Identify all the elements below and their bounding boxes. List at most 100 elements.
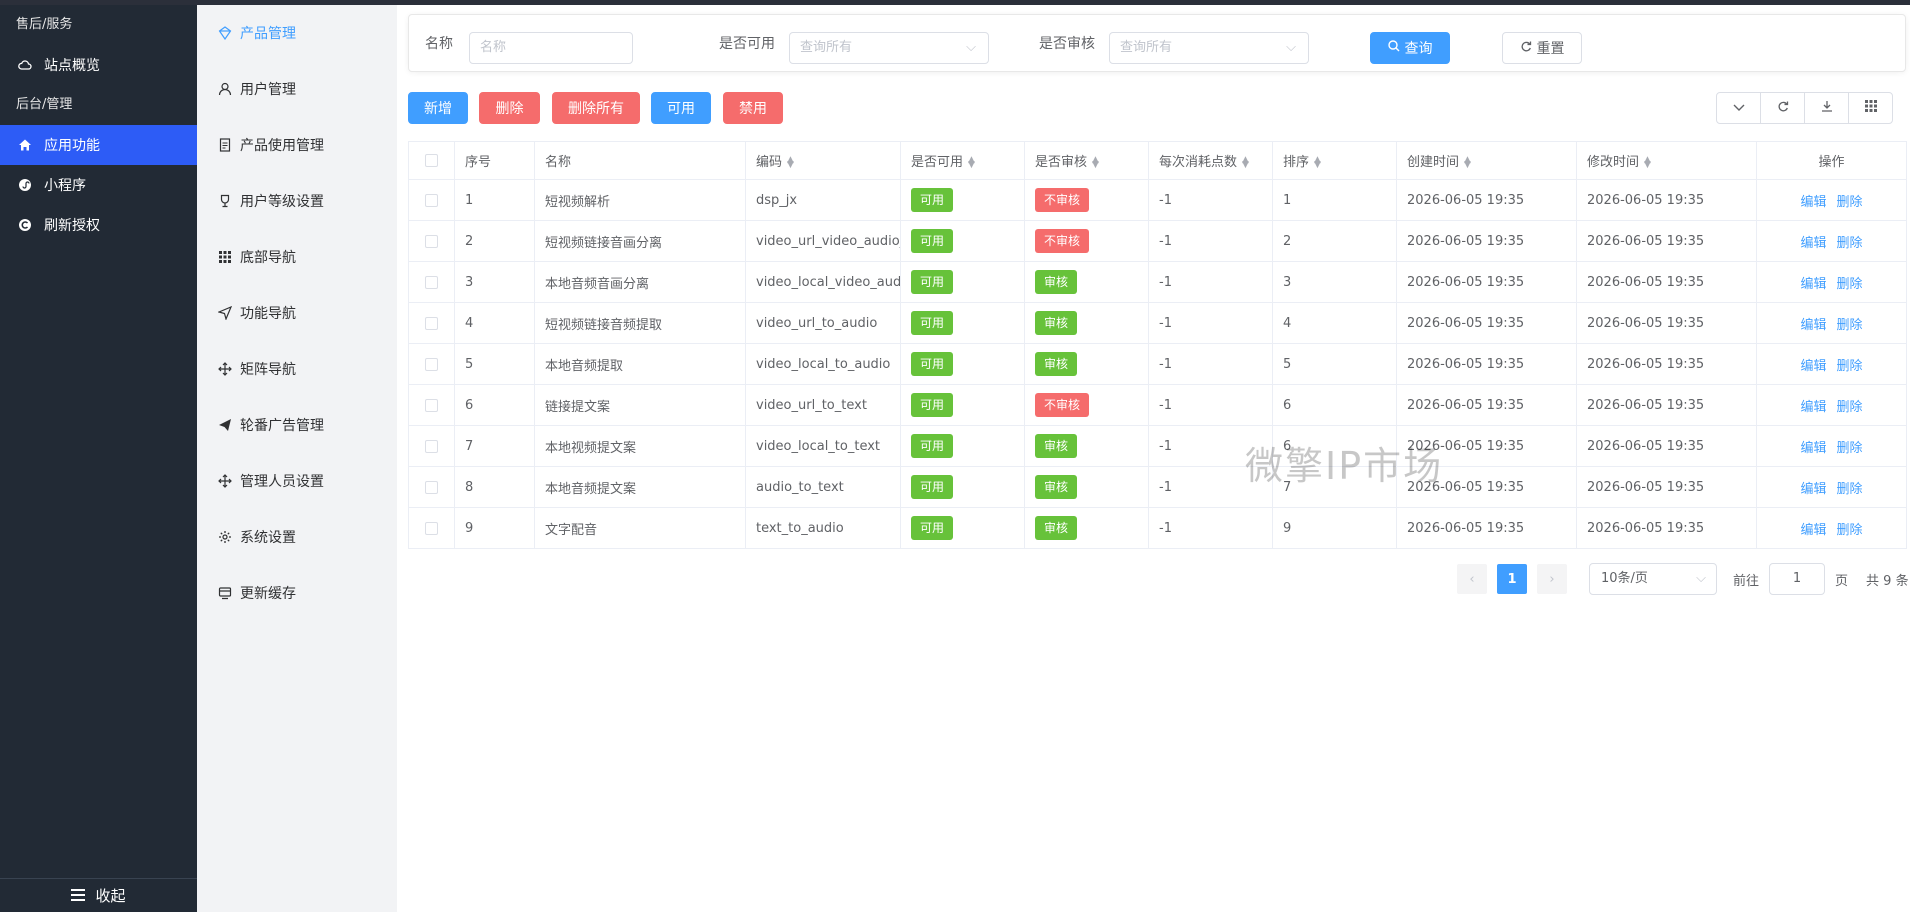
page-size-select[interactable]: 10条/页 ⌵ [1589, 563, 1717, 595]
query-button[interactable]: 查询 [1370, 32, 1450, 64]
sort-icon[interactable]: ▲ ▼ [968, 155, 975, 169]
sidebar-item-label: 应用功能 [44, 138, 100, 154]
row-checkbox[interactable] [408, 261, 455, 303]
row-checkbox[interactable] [408, 343, 455, 385]
collapse-button[interactable]: 收起 [0, 878, 197, 912]
sort-icon[interactable]: ▲ ▼ [1092, 155, 1099, 169]
submenu-item-6[interactable]: 矩阵导航 [197, 341, 397, 397]
table-row[interactable]: 2 短视频链接音画分离 video_url_video_audio_ 可用 不审核 -1 2… [408, 220, 1907, 262]
cell-sort: 9 [1272, 507, 1397, 549]
submenu-item-1[interactable]: 用户管理 [197, 61, 397, 117]
delete-link[interactable]: 删除 [1837, 318, 1863, 333]
submenu-item-5[interactable]: 功能导航 [197, 285, 397, 341]
column-header[interactable]: 排序 ▲ ▼ [1272, 141, 1397, 180]
export-button[interactable] [1804, 92, 1849, 124]
cell-audit: 审核 [1024, 466, 1149, 508]
column-header[interactable]: 修改时间 ▲ ▼ [1576, 141, 1757, 180]
cell-text: 短视频链接音频提取 [545, 317, 663, 333]
select-all-checkbox[interactable] [408, 141, 455, 180]
table-row[interactable]: 9 文字配音 text_to_audio 可用 审核 -1 9 2026-06-05 19:3… [408, 507, 1907, 549]
table-row[interactable]: 5 本地音频提取 video_local_to_audio 可用 审核 -1 5 2026-0… [408, 343, 1907, 385]
delete-link[interactable]: 删除 [1837, 236, 1863, 251]
sort-icon[interactable]: ▲ ▼ [787, 155, 794, 169]
edit-link[interactable]: 编辑 [1800, 482, 1826, 497]
sort-icon[interactable]: ▲ ▼ [1242, 155, 1249, 169]
page-1-button[interactable]: 1 [1497, 564, 1527, 594]
table-row[interactable]: 1 短视频解析 dsp_jx 可用 不审核 -1 1 2026-06-05 19:35 2026… [408, 179, 1907, 221]
column-header[interactable]: 是否审核 ▲ ▼ [1024, 141, 1149, 180]
submenu-item-9[interactable]: 系统设置 [197, 509, 397, 565]
edit-link[interactable]: 编辑 [1800, 400, 1826, 415]
delete-all-button[interactable]: 删除所有 [552, 92, 640, 124]
sort-icon[interactable]: ▲ ▼ [1464, 155, 1471, 169]
name-filter-input[interactable]: 名称 [469, 32, 633, 64]
sidebar-item-miniprogram[interactable]: 小程序 [0, 165, 197, 205]
sidebar-item-overview[interactable]: 站点概览 [0, 45, 197, 85]
row-checkbox[interactable] [408, 466, 455, 508]
row-checkbox[interactable] [408, 179, 455, 221]
edit-link[interactable]: 编辑 [1800, 277, 1826, 292]
submenu-item-3[interactable]: 用户等级设置 [197, 173, 397, 229]
column-header[interactable]: 每次消耗点数 ▲ ▼ [1148, 141, 1273, 180]
prev-page-button[interactable]: ‹ [1457, 564, 1487, 594]
delete-button[interactable]: 删除 [479, 92, 540, 124]
submenu-item-0[interactable]: 产品管理 [197, 5, 397, 61]
avail-filter-select[interactable]: 查询所有 ⌵ [789, 32, 989, 64]
cell-text: 2026-06-05 19:35 [1587, 356, 1705, 372]
delete-link[interactable]: 删除 [1837, 277, 1863, 292]
delete-link[interactable]: 删除 [1837, 359, 1863, 374]
edit-link[interactable]: 编辑 [1800, 236, 1826, 251]
column-header[interactable]: 是否可用 ▲ ▼ [900, 141, 1025, 180]
next-page-button[interactable]: › [1537, 564, 1567, 594]
table-row[interactable]: 7 本地视频提文案 video_local_to_text 可用 审核 -1 6 2026-0… [408, 425, 1907, 467]
sidebar-item-label: 刷新授权 [44, 218, 100, 234]
sidebar-item-app[interactable]: 应用功能 [0, 125, 197, 165]
cell-text: 4 [465, 315, 474, 331]
column-header[interactable]: 创建时间 ▲ ▼ [1396, 141, 1577, 180]
submenu-item-4[interactable]: 底部导航 [197, 229, 397, 285]
delete-link[interactable]: 删除 [1837, 441, 1863, 456]
column-header[interactable]: 编码 ▲ ▼ [745, 141, 901, 180]
table-row[interactable]: 3 本地音频音画分离 video_local_video_aud 可用 审核 -1 3 202… [408, 261, 1907, 303]
sidebar-item-refresh-auth[interactable]: 刷新授权 [0, 205, 197, 245]
edit-link[interactable]: 编辑 [1800, 318, 1826, 333]
page-jump-input[interactable]: 1 [1769, 563, 1826, 595]
table-row[interactable]: 6 链接提文案 video_url_to_text 可用 不审核 -1 6 2026-06-0… [408, 384, 1907, 426]
cell-text: 9 [1283, 520, 1292, 536]
toggle-search-button[interactable] [1716, 92, 1761, 124]
delete-link[interactable]: 删除 [1837, 400, 1863, 415]
edit-link[interactable]: 编辑 [1800, 441, 1826, 456]
disable-button[interactable]: 禁用 [723, 92, 783, 124]
audit-tag: 审核 [1035, 270, 1078, 294]
column-header-label: 序号 [465, 155, 492, 170]
row-checkbox[interactable] [408, 384, 455, 426]
edit-link[interactable]: 编辑 [1800, 523, 1826, 538]
submenu-item-10[interactable]: 更新缓存 [197, 565, 397, 621]
add-button[interactable]: 新增 [408, 92, 468, 124]
submenu-item-7[interactable]: 轮番广告管理 [197, 397, 397, 453]
edit-link[interactable]: 编辑 [1800, 195, 1826, 210]
delete-link[interactable]: 删除 [1837, 195, 1863, 210]
reset-button[interactable]: 重置 [1502, 32, 1582, 64]
columns-button[interactable] [1848, 92, 1893, 124]
cell-text: video_url_video_audio_ [756, 233, 901, 249]
row-checkbox[interactable] [408, 425, 455, 467]
avail-tag: 可用 [911, 352, 954, 376]
delete-link[interactable]: 删除 [1837, 523, 1863, 538]
table-row[interactable]: 8 本地音频提文案 audio_to_text 可用 审核 -1 7 2026-06-05 1… [408, 466, 1907, 508]
audit-tag: 审核 [1035, 434, 1078, 458]
submenu-item-2[interactable]: 产品使用管理 [197, 117, 397, 173]
row-checkbox[interactable] [408, 507, 455, 549]
delete-link[interactable]: 删除 [1837, 482, 1863, 497]
row-checkbox[interactable] [408, 220, 455, 262]
audit-filter-select[interactable]: 查询所有 ⌵ [1109, 32, 1309, 64]
table-row[interactable]: 4 短视频链接音频提取 video_url_to_audio 可用 审核 -1 4 2026-… [408, 302, 1907, 344]
enable-button[interactable]: 可用 [651, 92, 711, 124]
submenu-item-8[interactable]: 管理人员设置 [197, 453, 397, 509]
edit-link[interactable]: 编辑 [1800, 359, 1826, 374]
sort-icon[interactable]: ▲ ▼ [1644, 155, 1651, 169]
cell-id: 1 [454, 179, 535, 221]
refresh-button[interactable] [1760, 92, 1805, 124]
row-checkbox[interactable] [408, 302, 455, 344]
sort-icon[interactable]: ▲ ▼ [1314, 155, 1321, 169]
